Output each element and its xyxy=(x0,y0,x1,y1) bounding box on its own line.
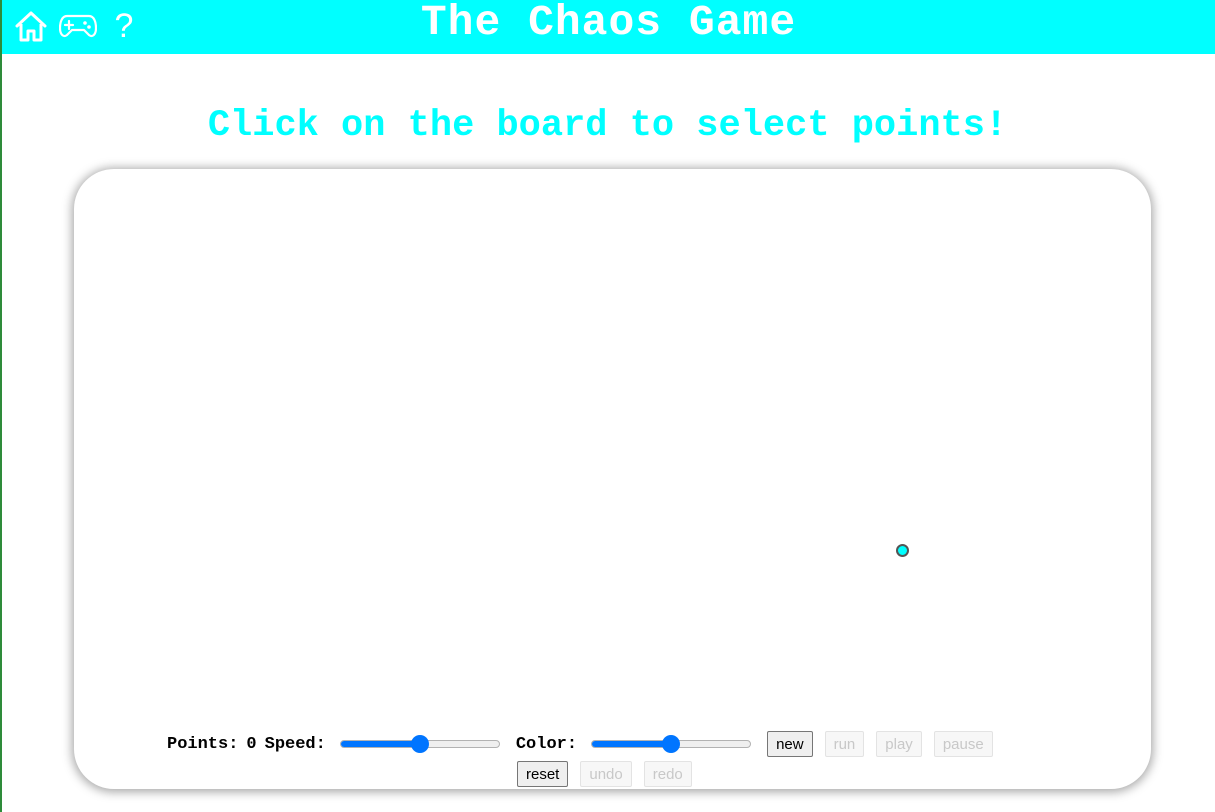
reset-button[interactable]: reset xyxy=(517,761,569,787)
pause-button[interactable]: pause xyxy=(933,731,993,757)
page-title: The Chaos Game xyxy=(420,0,797,47)
selected-point xyxy=(896,544,909,557)
speed-slider-fill xyxy=(340,741,420,747)
color-label: Color: xyxy=(515,734,578,754)
header-bar: ? The Chaos Game xyxy=(2,0,1215,54)
color-slider-fill xyxy=(592,741,672,747)
color-slider-thumb[interactable] xyxy=(662,735,681,753)
speed-slider[interactable] xyxy=(339,734,500,754)
play-button[interactable]: play xyxy=(876,731,922,757)
color-slider[interactable] xyxy=(591,734,752,754)
controls-row-secondary: reset undo redo xyxy=(517,760,704,788)
speed-label: Speed: xyxy=(264,734,326,754)
redo-button[interactable]: redo xyxy=(643,761,692,787)
speed-slider-thumb[interactable] xyxy=(410,735,429,753)
game-board[interactable]: Points: 0 Speed: Color: new run play pau… xyxy=(74,169,1151,789)
new-button[interactable]: new xyxy=(767,731,813,757)
undo-button[interactable]: undo xyxy=(580,761,632,787)
run-button[interactable]: run xyxy=(824,731,865,757)
controls-row: Points: 0 Speed: Color: new run play pau… xyxy=(167,729,1005,759)
instruction-text: Click on the board to select points! xyxy=(207,105,1008,147)
points-count: 0 xyxy=(246,734,257,754)
points-label: Points: xyxy=(167,734,239,754)
